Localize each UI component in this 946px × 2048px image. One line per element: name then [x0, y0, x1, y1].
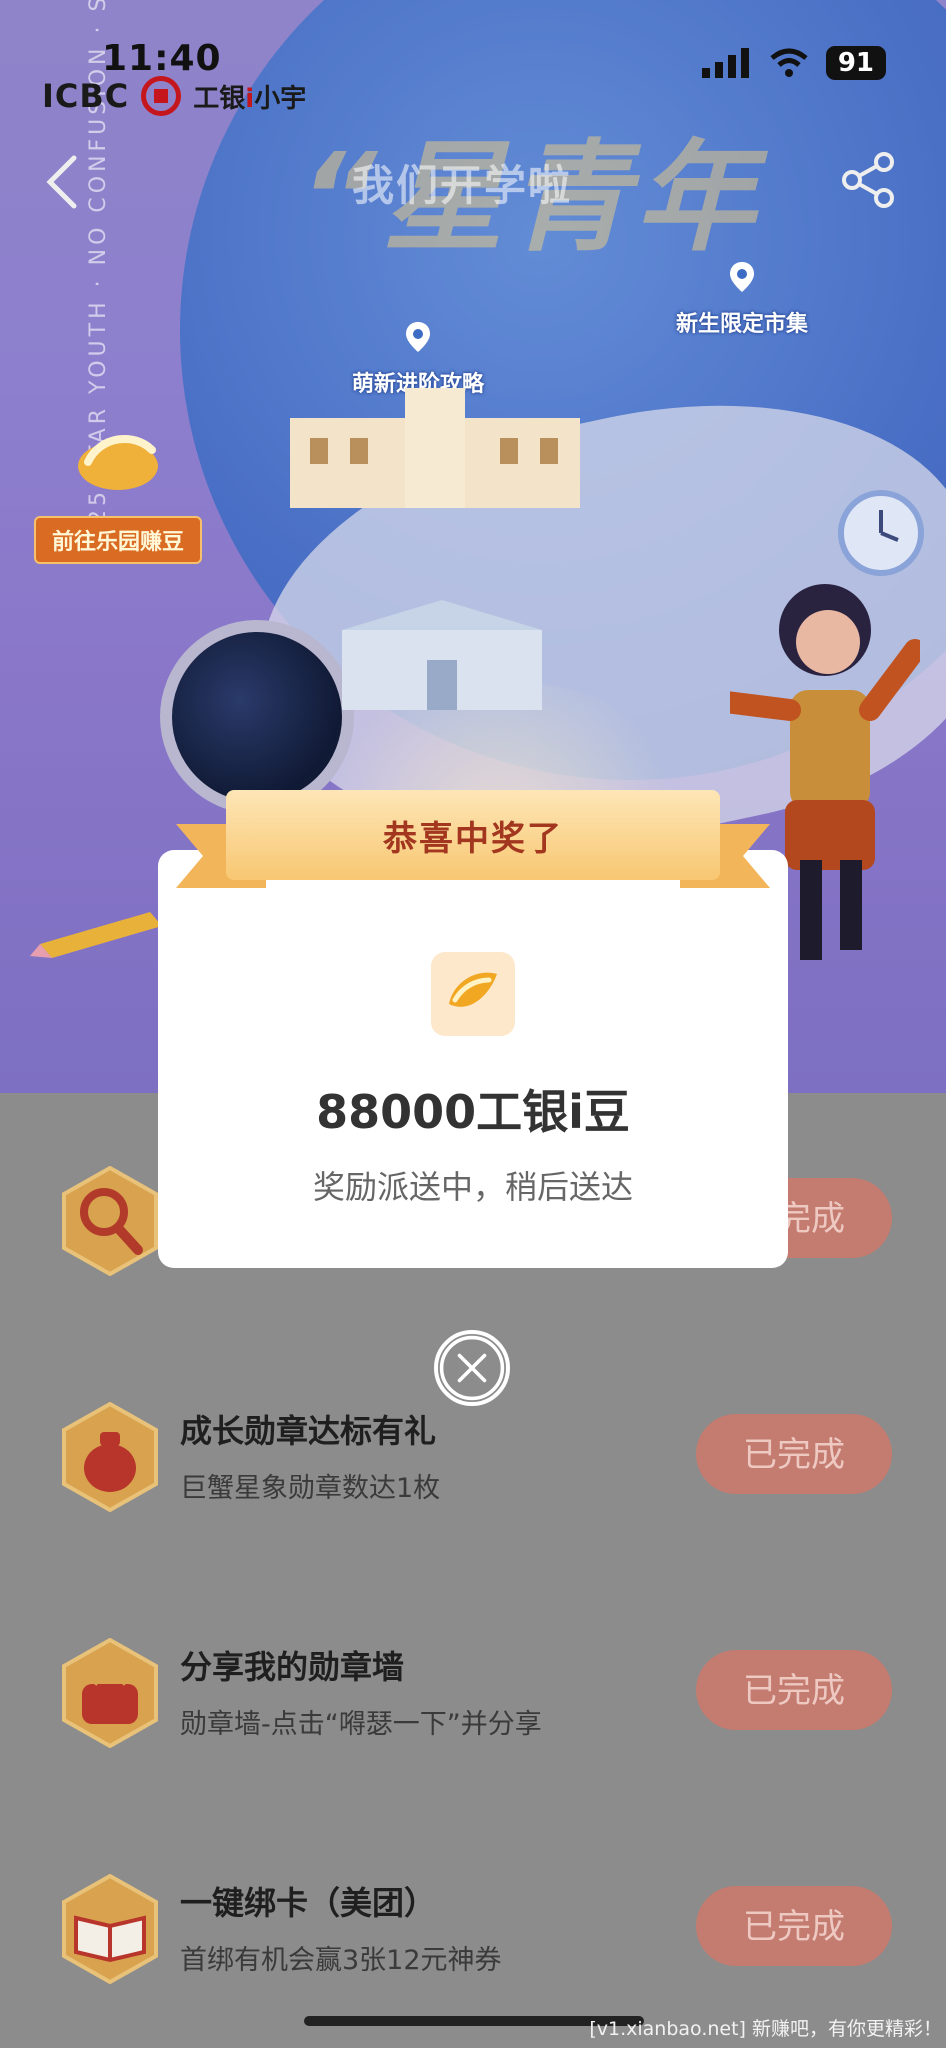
prize-amount: 88000工银i豆	[316, 1085, 630, 1139]
prize-modal: 88000工银i豆 奖励派送中，稍后送达	[158, 850, 788, 1268]
bean-icon	[431, 952, 515, 1036]
prize-ribbon: 恭喜中奖了	[176, 780, 770, 900]
close-circle-icon[interactable]	[434, 1330, 510, 1406]
ribbon-title: 恭喜中奖了	[226, 790, 720, 880]
prize-note: 奖励派送中，稍后送达	[312, 1168, 633, 1206]
watermark-text: [v1.xianbao.net] 新赚吧，有你更精彩！	[589, 2018, 942, 2040]
